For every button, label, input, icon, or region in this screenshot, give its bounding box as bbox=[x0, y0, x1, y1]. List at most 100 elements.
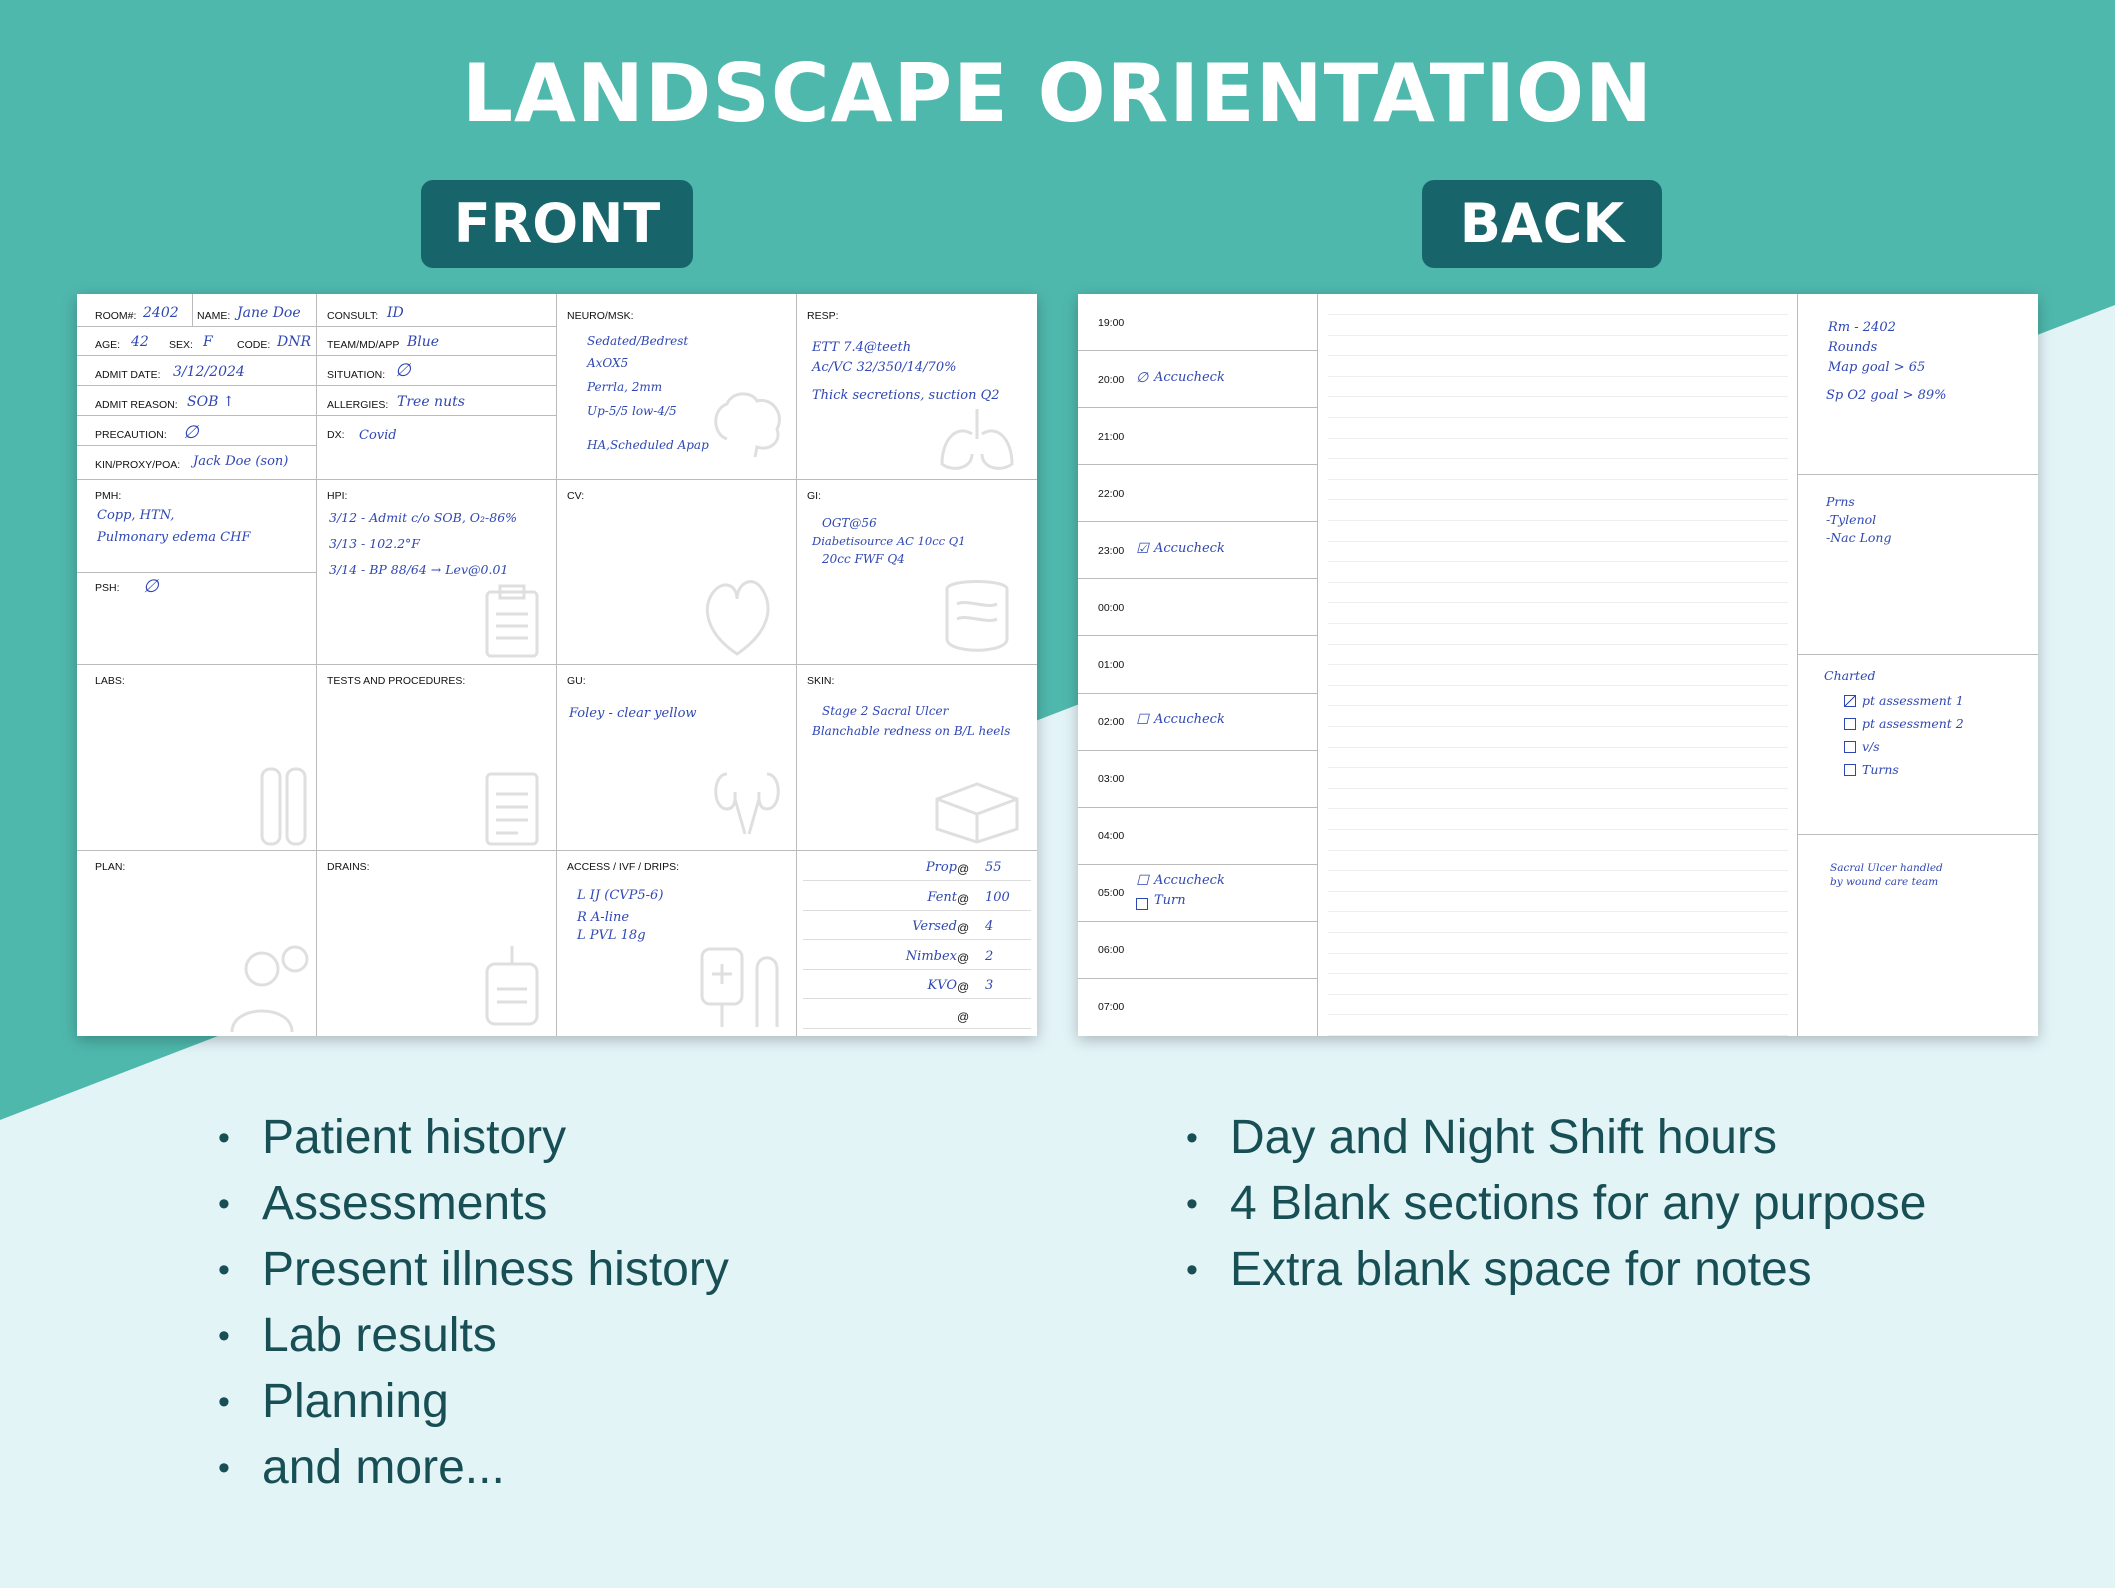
psh-label: PSH: bbox=[95, 582, 120, 594]
kidney-icon bbox=[714, 772, 780, 835]
box-3[interactable]: Charted pt assessment 1 pt assessment 2 v/… bbox=[1798, 654, 2038, 834]
sex-label: SEX: bbox=[169, 339, 193, 351]
note-line bbox=[1328, 375, 1788, 377]
charted-item[interactable]: pt assessment 2 bbox=[1844, 715, 1964, 733]
drip-name: Versed bbox=[912, 919, 957, 934]
box4-line: Sacral Ulcer handled bbox=[1830, 862, 1943, 874]
feature-item: Lab results bbox=[218, 1303, 729, 1369]
skin-line: Blanchable redness on B/L heels bbox=[812, 724, 1011, 738]
charted-item[interactable]: v/s bbox=[1844, 738, 1880, 756]
document-icon bbox=[485, 772, 539, 846]
hour-row[interactable]: 05:00 ☐ Accucheck Turn bbox=[1078, 865, 1317, 922]
drip-rate: 55 bbox=[985, 860, 1002, 875]
hour-row[interactable]: 20:00 ∅ Accucheck bbox=[1078, 351, 1317, 409]
precaution-value: ∅ bbox=[183, 422, 199, 443]
note-line bbox=[1328, 602, 1788, 604]
note-line bbox=[1328, 664, 1788, 666]
hour-time: 03:00 bbox=[1098, 773, 1125, 786]
access-label: ACCESS / IVF / DRIPS: bbox=[567, 861, 680, 873]
hour-row[interactable]: 00:00 bbox=[1078, 579, 1317, 637]
hpi-label: HPI: bbox=[327, 490, 348, 502]
situation-value: ∅ bbox=[395, 360, 411, 381]
gu-label: GU: bbox=[567, 675, 586, 687]
hour-note: Turn bbox=[1154, 892, 1186, 908]
box-2[interactable]: Prns -Tylenol -Nac Long bbox=[1798, 474, 2038, 654]
hour-row[interactable]: 21:00 bbox=[1078, 408, 1317, 466]
note-line bbox=[1328, 396, 1788, 398]
code-value: DNR bbox=[277, 334, 312, 350]
hour-mark: ☐ bbox=[1136, 872, 1149, 889]
hour-row[interactable]: 04:00 bbox=[1078, 808, 1317, 865]
allergies-label: ALLERGIES: bbox=[327, 399, 389, 411]
front-sheet: ROOM#: 2402 NAME: Jane Doe AGE: 42 SEX: … bbox=[77, 294, 1037, 1036]
dx-value: Covid bbox=[359, 428, 397, 443]
tests-label: TESTS AND PROCEDURES: bbox=[327, 675, 466, 687]
note-line bbox=[1328, 623, 1788, 624]
resp-line: ETT 7.4@teeth bbox=[812, 340, 912, 355]
hour-time: 06:00 bbox=[1098, 944, 1125, 957]
box1-line: Sp O2 goal > 89% bbox=[1826, 388, 1947, 403]
hour-row[interactable]: 22:00 bbox=[1078, 465, 1317, 523]
hour-note: Accucheck bbox=[1154, 712, 1225, 728]
box2-line: -Nac Long bbox=[1826, 530, 1892, 545]
checkbox[interactable] bbox=[1844, 740, 1856, 753]
charted-item[interactable]: pt assessment 1 bbox=[1844, 692, 1964, 710]
intestine-icon bbox=[945, 580, 1009, 652]
hour-row[interactable]: 01:00 bbox=[1078, 636, 1317, 694]
name-value: Jane Doe bbox=[237, 305, 301, 321]
box-4[interactable]: Sacral Ulcer handled by wound care team bbox=[1798, 834, 2038, 1036]
skin-line: Stage 2 Sacral Ulcer bbox=[822, 704, 949, 718]
feature-item: and more... bbox=[218, 1435, 729, 1501]
neuro-line: Perrla, 2mm bbox=[587, 380, 663, 394]
admit-reason-value: SOB ↑ bbox=[187, 394, 235, 410]
psh-value: ∅ bbox=[143, 576, 159, 597]
checkbox[interactable] bbox=[1844, 717, 1856, 730]
hour-mark: ☑ bbox=[1136, 540, 1149, 557]
gi-line: 20cc FWF Q4 bbox=[822, 552, 905, 566]
drip-at: @ bbox=[957, 921, 970, 935]
notes-area[interactable] bbox=[1318, 294, 1797, 1036]
box-1[interactable]: Rm - 2402 Rounds Map goal > 65 Sp O2 goa… bbox=[1798, 294, 2038, 474]
hour-row[interactable]: 19:00 bbox=[1078, 294, 1317, 352]
hpi-line: 3/12 - Admit c/o SOB, O₂-86% bbox=[329, 510, 518, 525]
hour-row[interactable]: 03:00 bbox=[1078, 751, 1317, 808]
note-line bbox=[1328, 540, 1788, 542]
drains-label: DRAINS: bbox=[327, 861, 370, 873]
kin-label: KIN/PROXY/POA: bbox=[95, 459, 181, 471]
hour-row[interactable]: 23:00 ☑ Accucheck bbox=[1078, 522, 1317, 580]
front-features-list: Patient historyAssessmentsPresent illnes… bbox=[218, 1105, 729, 1501]
cv-label: CV: bbox=[567, 490, 585, 502]
box3-title: Charted bbox=[1824, 668, 1876, 683]
note-line bbox=[1328, 478, 1788, 480]
heart-icon bbox=[705, 580, 770, 656]
age-value: 42 bbox=[131, 334, 149, 350]
page-title: LANDSCAPE ORIENTATION bbox=[462, 47, 1653, 140]
gu-value: Foley - clear yellow bbox=[569, 706, 697, 721]
neuro-label: NEURO/MSK: bbox=[567, 310, 634, 322]
drip-at: @ bbox=[957, 980, 970, 994]
feature-item: Assessments bbox=[218, 1171, 729, 1237]
hour-time: 21:00 bbox=[1098, 430, 1125, 443]
charted-item[interactable]: Turns bbox=[1844, 761, 1899, 779]
checkbox[interactable] bbox=[1844, 694, 1856, 707]
note-line bbox=[1328, 1014, 1788, 1016]
box2-line: Prns bbox=[1826, 494, 1855, 509]
drip-rate: 2 bbox=[985, 948, 994, 964]
hour-time: 23:00 bbox=[1098, 544, 1125, 557]
precaution-label: PRECAUTION: bbox=[95, 429, 167, 441]
note-line bbox=[1328, 581, 1788, 583]
resp-label: RESP: bbox=[807, 310, 839, 322]
admit-date-value: 3/12/2024 bbox=[173, 364, 245, 380]
note-line bbox=[1328, 561, 1788, 563]
hour-row[interactable]: 02:00 ☐ Accucheck bbox=[1078, 694, 1317, 751]
hour-row[interactable]: 06:00 bbox=[1078, 922, 1317, 979]
pmh-label: PMH: bbox=[95, 490, 122, 502]
doctor-icon bbox=[230, 945, 309, 1033]
test-tubes-icon bbox=[260, 767, 307, 846]
turn-checkbox[interactable] bbox=[1136, 897, 1148, 910]
hour-time: 01:00 bbox=[1098, 658, 1125, 671]
checkbox[interactable] bbox=[1844, 763, 1856, 776]
hour-row[interactable]: 07:00 bbox=[1078, 979, 1317, 1036]
feature-item: Day and Night Shift hours bbox=[1186, 1105, 1926, 1171]
hour-time: 05:00 bbox=[1098, 887, 1125, 900]
